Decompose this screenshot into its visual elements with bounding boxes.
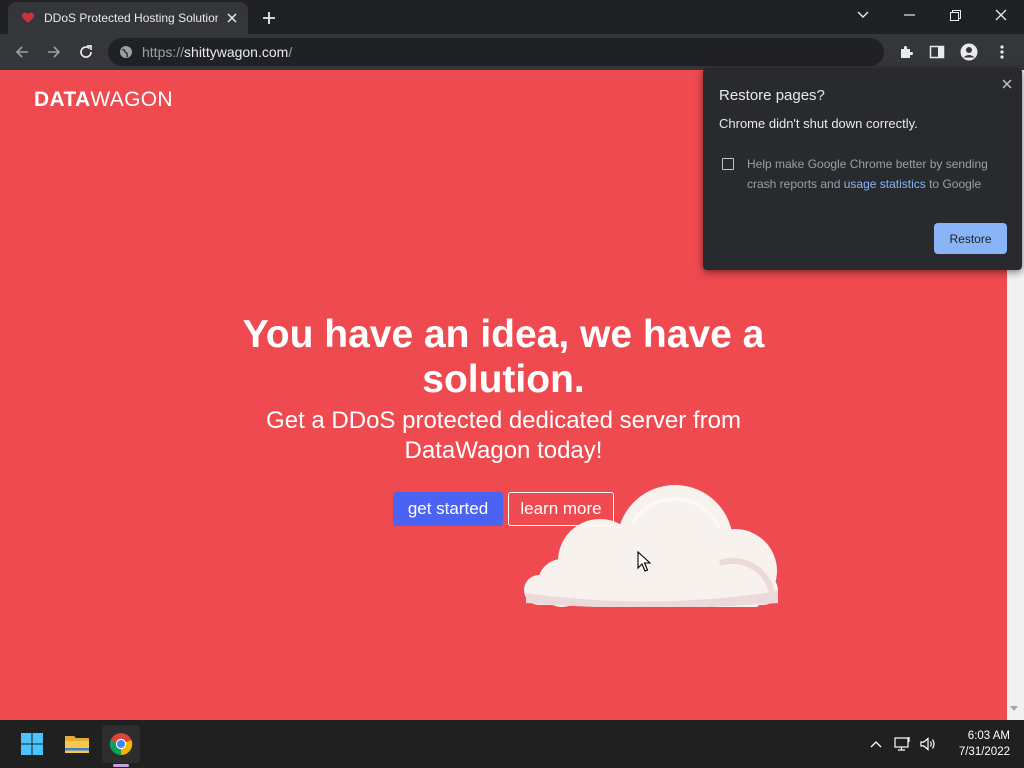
close-icon[interactable]: [999, 76, 1015, 92]
tab-title: DDoS Protected Hosting Solution: [44, 11, 218, 25]
url-host: shittywagon.com: [184, 44, 289, 60]
new-tab-icon[interactable]: [258, 7, 280, 29]
more-menu-icon[interactable]: [988, 38, 1016, 66]
help-text-suffix: to Google: [925, 177, 982, 191]
side-panel-icon[interactable]: [923, 38, 951, 66]
hero-subtitle: Get a DDoS protected dedicated server fr…: [266, 407, 741, 464]
globe-icon[interactable]: [118, 44, 134, 60]
scroll-down-icon[interactable]: [1010, 706, 1018, 711]
reload-icon[interactable]: [72, 38, 100, 66]
browser-tab[interactable]: DDoS Protected Hosting Solution: [8, 2, 248, 34]
logo-light: WAGON: [90, 88, 173, 111]
url-text[interactable]: https://shittywagon.com/: [142, 44, 292, 60]
clock-time: 6:03 AM: [967, 730, 1010, 742]
network-icon[interactable]: [891, 732, 915, 756]
profile-avatar-icon[interactable]: [955, 38, 983, 66]
dialog-message: Chrome didn't shut down correctly.: [719, 116, 918, 131]
file-explorer-icon[interactable]: [58, 725, 96, 763]
volume-icon[interactable]: [916, 732, 940, 756]
clock-date: 7/31/2022: [958, 746, 1010, 758]
get-started-button[interactable]: get started: [393, 492, 503, 526]
address-bar[interactable]: https://shittywagon.com/: [108, 38, 884, 66]
dialog-title: Restore pages?: [719, 87, 825, 104]
mouse-cursor-icon: [637, 551, 651, 572]
learn-more-button[interactable]: learn more: [508, 492, 614, 526]
tab-search-icon[interactable]: [840, 0, 886, 30]
restore-window-icon[interactable]: [932, 0, 978, 30]
url-scheme: https://: [142, 44, 185, 60]
close-window-icon[interactable]: [978, 0, 1024, 30]
url-path: /: [288, 44, 293, 60]
browser-toolbar: https://shittywagon.com/: [0, 34, 1024, 70]
extensions-puzzle-icon[interactable]: [892, 38, 920, 66]
windows-taskbar: 6:03 AM 7/31/2022: [0, 720, 1024, 768]
chevron-up-icon[interactable]: [864, 732, 888, 756]
crash-report-checkbox[interactable]: [722, 158, 734, 170]
chrome-icon[interactable]: [102, 725, 140, 763]
restore-button[interactable]: Restore: [934, 223, 1007, 254]
logo-bold: DATA: [34, 88, 91, 111]
heart-shield-icon: [20, 10, 36, 26]
system-clock[interactable]: 6:03 AM 7/31/2022: [940, 728, 1010, 760]
forward-arrow-icon[interactable]: [40, 38, 68, 66]
tab-strip: DDoS Protected Hosting Solution: [0, 0, 1024, 34]
windows-start-icon[interactable]: [13, 725, 51, 763]
usage-statistics-link[interactable]: usage statistics: [844, 177, 926, 191]
active-app-indicator: [113, 764, 129, 767]
minimize-icon[interactable]: [886, 0, 932, 30]
datawagon-logo[interactable]: DATAWAGON: [34, 88, 173, 112]
restore-pages-dialog: Restore pages? Chrome didn't shut down c…: [703, 68, 1022, 270]
hero-title: You have an idea, we have a solution.: [242, 313, 765, 401]
close-tab-icon[interactable]: [224, 10, 240, 26]
crash-report-label: Help make Google Chrome better by sendin…: [747, 154, 1007, 194]
back-arrow-icon[interactable]: [8, 38, 36, 66]
